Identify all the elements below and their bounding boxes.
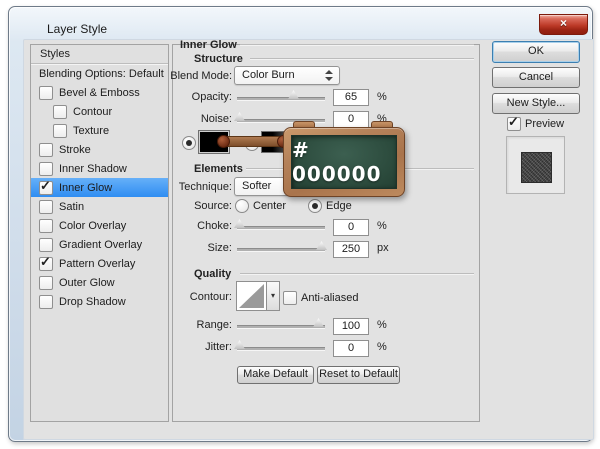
- noise-input[interactable]: 0: [333, 111, 369, 128]
- noise-label: Noise:: [200, 113, 232, 125]
- choke-input[interactable]: 0: [333, 219, 369, 236]
- sidebar-item-satin[interactable]: Satin: [31, 197, 168, 216]
- layer-style-dialog: Layer Style × Styles Blending Options: D…: [0, 0, 600, 449]
- size-unit: px: [377, 242, 389, 254]
- checkbox-outer-glow[interactable]: [39, 275, 53, 290]
- checkbox-gradient-overlay[interactable]: [39, 237, 53, 252]
- sidebar-item-pattern-overlay[interactable]: ✓ Pattern Overlay: [31, 254, 168, 273]
- preview-label: Preview: [525, 118, 565, 130]
- sidebar-item-inner-glow[interactable]: ✓ Inner Glow: [31, 178, 168, 197]
- sidebar-item-gradient-overlay[interactable]: Gradient Overlay: [31, 235, 168, 254]
- checkbox-drop-shadow[interactable]: [39, 294, 53, 309]
- range-label: Range:: [196, 319, 232, 331]
- new-style-button[interactable]: New Style...: [492, 93, 580, 114]
- jitter-label: Jitter:: [205, 341, 232, 353]
- divider: [240, 273, 474, 275]
- range-unit: %: [377, 319, 387, 331]
- check-icon: ✓: [40, 177, 51, 193]
- checkbox-pattern-overlay[interactable]: ✓: [39, 253, 53, 271]
- divider: [250, 58, 474, 60]
- sidebar-item-bevel-emboss[interactable]: Bevel & Emboss: [31, 83, 168, 102]
- contour-thumbnail: [239, 284, 264, 308]
- size-label: Size:: [207, 242, 232, 254]
- sidebar-item-outer-glow[interactable]: Outer Glow: [31, 273, 168, 292]
- jitter-slider-track[interactable]: [237, 347, 325, 351]
- blend-mode-label: Blend Mode:: [170, 70, 232, 82]
- checkbox-contour[interactable]: [53, 104, 67, 119]
- anti-aliased-checkbox[interactable]: [283, 291, 297, 305]
- opacity-label: Opacity:: [191, 91, 232, 103]
- elements-header: Elements: [194, 163, 243, 175]
- checkbox-inner-glow[interactable]: ✓: [39, 177, 53, 195]
- jitter-input[interactable]: 0: [333, 340, 369, 357]
- sidebar-item-blending-options[interactable]: Blending Options: Default: [31, 64, 168, 83]
- checkbox-texture[interactable]: [53, 123, 67, 138]
- opacity-slider-track[interactable]: [237, 97, 325, 101]
- jitter-unit: %: [377, 341, 387, 353]
- dialog-title: Layer Style: [47, 22, 108, 36]
- styles-list-header: Styles: [31, 45, 168, 64]
- checkbox-bevel-emboss[interactable]: [39, 85, 53, 100]
- check-icon: ✓: [40, 253, 51, 269]
- panel-title: Inner Glow: [180, 39, 237, 51]
- structure-header: Structure: [194, 53, 243, 65]
- anti-aliased-label: Anti-aliased: [301, 292, 359, 304]
- dropdown-arrows-icon: [325, 70, 333, 81]
- source-center-label: Center: [253, 200, 287, 212]
- sidebar-item-inner-shadow[interactable]: Inner Shadow: [31, 159, 168, 178]
- close-icon: ×: [559, 16, 567, 30]
- sidebar-item-texture[interactable]: Texture: [31, 121, 168, 140]
- size-slider-track[interactable]: [237, 248, 325, 252]
- sidebar-item-drop-shadow[interactable]: Drop Shadow: [31, 292, 168, 311]
- choke-label: Choke:: [197, 220, 232, 232]
- preview-thumbnail: [521, 152, 552, 183]
- cancel-button[interactable]: Cancel: [492, 67, 580, 88]
- opacity-input[interactable]: 65: [333, 89, 369, 106]
- quality-header: Quality: [194, 268, 232, 280]
- preview-checkbox[interactable]: ✓: [507, 114, 521, 131]
- close-button[interactable]: ×: [539, 14, 588, 35]
- range-input[interactable]: 100: [333, 318, 369, 335]
- checkbox-inner-shadow[interactable]: [39, 161, 53, 176]
- range-slider-track[interactable]: [237, 325, 325, 329]
- chevron-down-icon: ▾: [270, 291, 275, 300]
- source-center-radio[interactable]: [235, 199, 249, 213]
- check-icon: ✓: [508, 114, 519, 129]
- divider: [240, 44, 474, 46]
- source-label: Source:: [194, 200, 232, 212]
- chalkboard: # 000000: [291, 135, 397, 189]
- color-radio[interactable]: [182, 136, 196, 150]
- sidebar-item-color-overlay[interactable]: Color Overlay: [31, 216, 168, 235]
- choke-slider-track[interactable]: [237, 226, 325, 230]
- make-default-button[interactable]: Make Default: [237, 366, 314, 384]
- checkbox-color-overlay[interactable]: [39, 218, 53, 233]
- hex-value: # 000000: [292, 138, 382, 186]
- color-hex-tooltip: # 000000: [283, 127, 405, 197]
- reset-to-default-button[interactable]: Reset to Default: [317, 366, 400, 384]
- opacity-unit: %: [377, 91, 387, 103]
- sidebar-item-contour[interactable]: Contour: [31, 102, 168, 121]
- sidebar-item-stroke[interactable]: Stroke: [31, 140, 168, 159]
- styles-list: Styles Blending Options: Default Bevel &…: [30, 44, 169, 422]
- contour-picker[interactable]: [236, 281, 267, 311]
- checkbox-satin[interactable]: [39, 199, 53, 214]
- wood-peg-icon: [217, 135, 230, 148]
- ok-button[interactable]: OK: [492, 41, 580, 63]
- technique-label: Technique:: [178, 181, 232, 193]
- contour-picker-arrow[interactable]: ▾: [266, 281, 280, 311]
- source-edge-radio[interactable]: [308, 199, 322, 213]
- contour-label: Contour:: [189, 291, 232, 303]
- preview-thumbnail-box: [506, 136, 565, 194]
- choke-unit: %: [377, 220, 387, 232]
- source-edge-label: Edge: [326, 200, 352, 212]
- blend-mode-select[interactable]: Color Burn: [234, 66, 340, 85]
- size-input[interactable]: 250: [333, 241, 369, 258]
- checkbox-stroke[interactable]: [39, 142, 53, 157]
